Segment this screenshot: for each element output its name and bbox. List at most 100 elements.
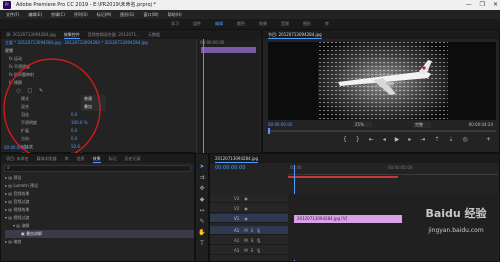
tab-media-browser[interactable]: 媒体浏览器 <box>37 154 57 163</box>
mute-icon[interactable]: M <box>244 248 247 253</box>
mark-out-icon[interactable]: } <box>356 136 360 143</box>
menu-marker[interactable]: 标记(M) <box>97 10 112 19</box>
mini-clip-bar <box>201 47 256 53</box>
folder-video-transitions[interactable]: ▾ ▤ 视频过渡 <box>5 214 194 222</box>
track-header-v2: V2 ◉ <box>210 204 288 213</box>
workspace-learn[interactable]: 学习 <box>171 19 179 29</box>
eye-icon[interactable]: ◉ <box>244 216 248 221</box>
program-playhead[interactable] <box>268 128 270 134</box>
zoom-select[interactable]: 25% <box>353 122 372 127</box>
lift-icon[interactable]: ⇡ <box>434 136 439 143</box>
step-forward-icon[interactable]: ▸ <box>408 136 411 143</box>
mic-icon[interactable]: 🎙 <box>256 228 261 233</box>
work-area-bar[interactable] <box>288 176 398 178</box>
track-select-tool-icon[interactable]: ⇉ <box>198 173 207 182</box>
folder-zoom[interactable]: ▸ ▤ 缩放 <box>5 238 194 246</box>
menu-graphics[interactable]: 图形(G) <box>120 10 134 19</box>
project-tabs: 项目: 未命名 媒体浏览器 库 信息 效果 标记 历史记录 <box>1 154 194 163</box>
folder-presets[interactable]: ▸ ▤ 预设 <box>5 174 194 182</box>
title-bar: Pr Adobe Premiere Pro CC 2019 - E:\PR201… <box>0 0 500 10</box>
workspace-bar: 学习 组件 编辑 颜色 效果 音频 图形 库 <box>0 19 500 29</box>
workspace-effects[interactable]: 效果 <box>259 19 267 29</box>
pen-tool-icon[interactable]: ✎ <box>198 217 207 226</box>
quality-select[interactable]: 完整 <box>413 122 431 128</box>
selected-effect-item[interactable]: ▣ 叠加溶解 <box>5 230 194 238</box>
razor-tool-icon[interactable]: ◆ <box>198 195 207 204</box>
annotation-ellipse <box>3 58 101 160</box>
go-to-in-icon[interactable]: ⇤ <box>369 136 374 143</box>
solo-icon[interactable]: S <box>251 248 254 253</box>
workspace-editing[interactable]: 编辑 <box>215 19 223 29</box>
add-button-icon[interactable]: + <box>486 136 491 143</box>
track-header-a1: A1 M S 🎙 <box>210 226 288 235</box>
mic-icon[interactable]: 🎙 <box>256 248 261 253</box>
close-button[interactable]: ✕ <box>493 0 498 10</box>
minimize-button[interactable]: — <box>466 0 472 10</box>
folder-lumetri[interactable]: ▸ ▤ Lumetri 预设 <box>5 182 194 190</box>
tab-effect-controls[interactable]: 效果控件 <box>63 30 80 39</box>
go-to-out-icon[interactable]: ⇥ <box>420 136 425 143</box>
menu-edit[interactable]: 编辑(E) <box>28 10 42 19</box>
maximize-button[interactable]: ❐ <box>480 0 485 10</box>
folder-dissolve[interactable]: ▾ ▤ 溶解 <box>5 222 194 230</box>
track-header-a2: A2 M S 🎙 <box>210 236 288 245</box>
video-clip[interactable]: 20120713094284.jpg [V] <box>294 215 402 223</box>
section-video: 视频 <box>5 48 13 53</box>
menu-clip[interactable]: 剪辑(C) <box>51 10 65 19</box>
ruler-label-start: 00:00 <box>290 165 302 170</box>
workspace-audio[interactable]: 音频 <box>281 19 289 29</box>
menu-sequence[interactable]: 序列(S) <box>74 10 88 19</box>
effects-search-input[interactable]: ⌕ <box>4 165 191 172</box>
hand-tool-icon[interactable]: ✋ <box>198 228 207 237</box>
step-back-icon[interactable]: ◂ <box>383 136 386 143</box>
extract-icon[interactable]: ⇣ <box>448 136 453 143</box>
play-icon[interactable]: ▶ <box>395 136 400 143</box>
workspace-graphics[interactable]: 图形 <box>303 19 311 29</box>
watermark-url: jingyan.baidu.com <box>428 227 484 234</box>
tab-info[interactable]: 信息 <box>77 154 85 163</box>
tab-markers[interactable]: 标记 <box>109 154 117 163</box>
eye-icon[interactable]: ◉ <box>244 206 248 211</box>
solo-icon[interactable]: S <box>251 228 254 233</box>
tab-audio-mixer[interactable]: 音频剪辑混合器: 2012071... <box>88 30 140 39</box>
menu-window[interactable]: 窗口(W) <box>143 10 158 19</box>
tab-metadata[interactable]: 元数据 <box>148 30 160 39</box>
workspace-color[interactable]: 颜色 <box>237 19 245 29</box>
workspace-libraries[interactable]: 库 <box>325 19 329 29</box>
baidu-watermark: Baidu 经验 jingyan.baidu.com <box>415 205 497 257</box>
tab-program[interactable]: 节目: 20120713094284.jpg <box>268 30 322 39</box>
tab-sequence[interactable]: 20120713094284.jpg <box>215 154 259 163</box>
selection-tool-icon[interactable]: ➤ <box>198 162 207 171</box>
type-tool-icon[interactable]: T <box>198 239 207 248</box>
mic-icon[interactable]: 🎙 <box>256 238 261 243</box>
tab-project[interactable]: 项目: 未命名 <box>6 154 29 163</box>
program-scrubber[interactable] <box>268 130 496 132</box>
menu-help[interactable]: 帮助(H) <box>168 10 182 19</box>
window-title: Adobe Premiere Pro CC 2019 - E:\PR2019\未… <box>16 2 157 8</box>
solo-icon[interactable]: S <box>251 238 254 243</box>
eye-icon[interactable]: ◉ <box>244 196 248 201</box>
tab-source[interactable]: 源: 20120713094284.jpg <box>6 30 56 39</box>
program-end-time: 00:00:04:24 <box>468 122 493 127</box>
mute-icon[interactable]: M <box>244 228 247 233</box>
export-frame-icon[interactable]: ◎ <box>462 136 467 143</box>
folder-audio-transitions[interactable]: ▸ ▤ 音频过渡 <box>5 198 194 206</box>
tab-effects[interactable]: 效果 <box>92 154 101 163</box>
window-controls: — ❐ ✕ <box>466 0 498 10</box>
mute-icon[interactable]: M <box>244 238 247 243</box>
effects-tree: ▸ ▤ 预设 ▸ ▤ Lumetri 预设 ▸ ▤ 音频效果 ▸ ▤ 音频过渡 … <box>1 174 194 246</box>
mark-in-icon[interactable]: { <box>343 136 347 143</box>
mini-timecode: 00:00:00:00 <box>200 40 225 45</box>
timeline-ruler[interactable]: 00:00 00:00:05:00 <box>288 165 498 175</box>
program-viewer[interactable] <box>268 42 496 120</box>
workspace-assembly[interactable]: 组件 <box>193 19 201 29</box>
timeline-tabs: 20120713094284.jpg <box>210 154 499 163</box>
slip-tool-icon[interactable]: ↔ <box>198 206 207 215</box>
watermark-brand: Baidu 经验 <box>425 207 487 220</box>
ripple-edit-tool-icon[interactable]: ✥ <box>198 184 207 193</box>
folder-audio-effects[interactable]: ▸ ▤ 音频效果 <box>5 190 194 198</box>
folder-video-effects[interactable]: ▸ ▤ 视频效果 <box>5 206 194 214</box>
tab-libraries[interactable]: 库 <box>65 154 69 163</box>
menu-file[interactable]: 文件(F) <box>6 10 19 19</box>
tab-history[interactable]: 历史记录 <box>125 154 141 163</box>
